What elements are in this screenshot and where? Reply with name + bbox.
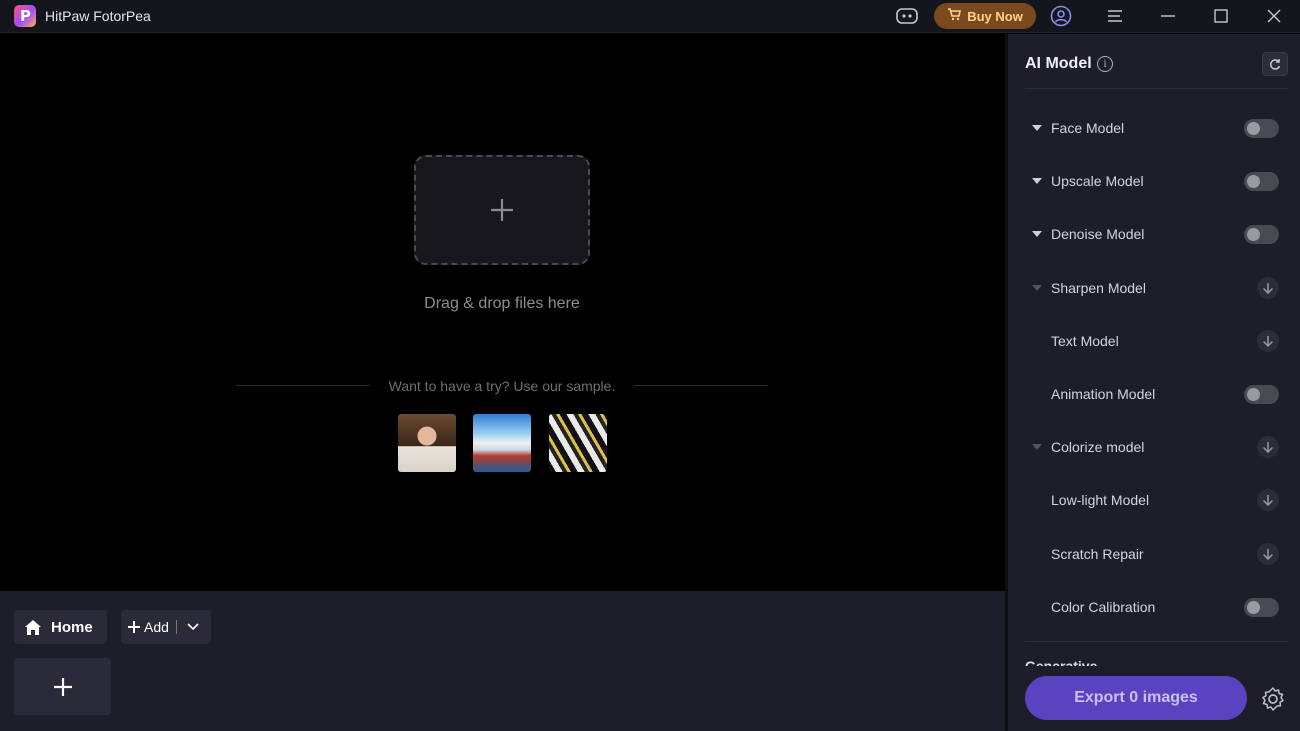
- model-label: Scratch Repair: [1051, 546, 1144, 562]
- title-bar: HitPaw FotorPea Buy Now: [0, 0, 1300, 33]
- model-label: Sharpen Model: [1051, 280, 1146, 296]
- plus-icon: [128, 621, 140, 633]
- model-row[interactable]: Denoise Model: [1025, 216, 1288, 252]
- home-icon: [25, 619, 41, 635]
- model-label: Denoise Model: [1051, 226, 1145, 242]
- chevron-down-icon: [187, 623, 199, 631]
- ai-model-panel: AI Model i Face Model Upscale Model Denois…: [1008, 34, 1300, 731]
- add-label: Add: [144, 619, 169, 635]
- model-toggle[interactable]: [1244, 225, 1279, 244]
- buy-now-button[interactable]: Buy Now: [934, 3, 1036, 29]
- model-row[interactable]: Scratch Repair: [1025, 536, 1288, 572]
- model-row[interactable]: Text Model: [1025, 323, 1288, 359]
- app-title: HitPaw FotorPea: [45, 8, 151, 24]
- caret-down-icon[interactable]: [1032, 178, 1042, 184]
- cart-icon: [947, 8, 962, 24]
- model-toggle[interactable]: [1244, 172, 1279, 191]
- model-label: Upscale Model: [1051, 173, 1144, 189]
- caret-down-icon[interactable]: [1032, 444, 1042, 450]
- sample-thumbnail-portrait[interactable]: [398, 414, 456, 472]
- maximize-icon[interactable]: [1209, 5, 1233, 27]
- model-row[interactable]: Face Model: [1025, 110, 1288, 146]
- model-toggle[interactable]: [1244, 598, 1279, 617]
- panel-divider-bottom: [1025, 641, 1288, 642]
- export-button[interactable]: Export 0 images: [1025, 676, 1247, 720]
- sample-thumbnail-landscape[interactable]: [473, 414, 531, 472]
- plus-icon: [491, 199, 513, 221]
- menu-icon[interactable]: [1103, 5, 1127, 27]
- info-icon[interactable]: i: [1097, 56, 1113, 72]
- model-row[interactable]: Upscale Model: [1025, 163, 1288, 199]
- caret-down-icon[interactable]: [1032, 125, 1042, 131]
- settings-gear-icon[interactable]: [1259, 685, 1287, 713]
- divider-line: [634, 385, 768, 386]
- app-logo-icon: [14, 5, 36, 27]
- minimize-icon[interactable]: [1156, 5, 1180, 27]
- drop-zone[interactable]: [414, 155, 590, 265]
- panel-divider-top: [1025, 88, 1288, 89]
- download-icon[interactable]: [1257, 489, 1279, 511]
- home-label: Home: [51, 618, 93, 636]
- download-icon[interactable]: [1257, 277, 1279, 299]
- download-icon[interactable]: [1257, 330, 1279, 352]
- download-icon[interactable]: [1257, 436, 1279, 458]
- model-label: Animation Model: [1051, 386, 1156, 402]
- buy-now-label: Buy Now: [967, 8, 1023, 24]
- add-button-group: Add: [121, 610, 211, 644]
- bottom-panel: Home Add: [0, 591, 1005, 731]
- add-file-tile[interactable]: [14, 658, 111, 715]
- section-generative-title: Generative: [1025, 658, 1098, 666]
- sample-thumbnail-fish[interactable]: [549, 414, 607, 472]
- home-button[interactable]: Home: [14, 610, 107, 644]
- model-row[interactable]: Colorize model: [1025, 429, 1288, 465]
- drop-hint-text: Drag & drop files here: [424, 295, 580, 312]
- model-row[interactable]: Sharpen Model: [1025, 270, 1288, 306]
- add-button[interactable]: Add: [121, 610, 169, 644]
- sample-prompt-text: Want to have a try? Use our sample.: [388, 378, 616, 394]
- model-row[interactable]: Low-light Model: [1025, 482, 1288, 518]
- model-toggle[interactable]: [1244, 385, 1279, 404]
- refresh-icon: [1270, 59, 1281, 70]
- account-icon[interactable]: [1049, 5, 1073, 27]
- close-icon[interactable]: [1262, 5, 1286, 27]
- caret-down-icon[interactable]: [1032, 285, 1042, 291]
- model-row[interactable]: Animation Model: [1025, 376, 1288, 412]
- model-label: Color Calibration: [1051, 599, 1156, 615]
- model-label: Low-light Model: [1051, 492, 1150, 508]
- discord-icon[interactable]: [895, 5, 919, 27]
- add-dropdown-button[interactable]: [177, 610, 209, 644]
- caret-down-icon[interactable]: [1032, 231, 1042, 237]
- reset-button[interactable]: [1262, 52, 1288, 76]
- download-icon[interactable]: [1257, 543, 1279, 565]
- model-row[interactable]: Color Calibration: [1025, 589, 1288, 625]
- model-label: Face Model: [1051, 120, 1125, 136]
- panel-title: AI Model: [1025, 55, 1092, 72]
- model-toggle[interactable]: [1244, 119, 1279, 138]
- model-label: Colorize model: [1051, 439, 1145, 455]
- drop-canvas[interactable]: Drag & drop files here Want to have a tr…: [0, 34, 1006, 591]
- sample-prompt: Want to have a try? Use our sample.: [236, 376, 768, 396]
- model-label: Text Model: [1051, 333, 1119, 349]
- plus-icon: [53, 677, 72, 696]
